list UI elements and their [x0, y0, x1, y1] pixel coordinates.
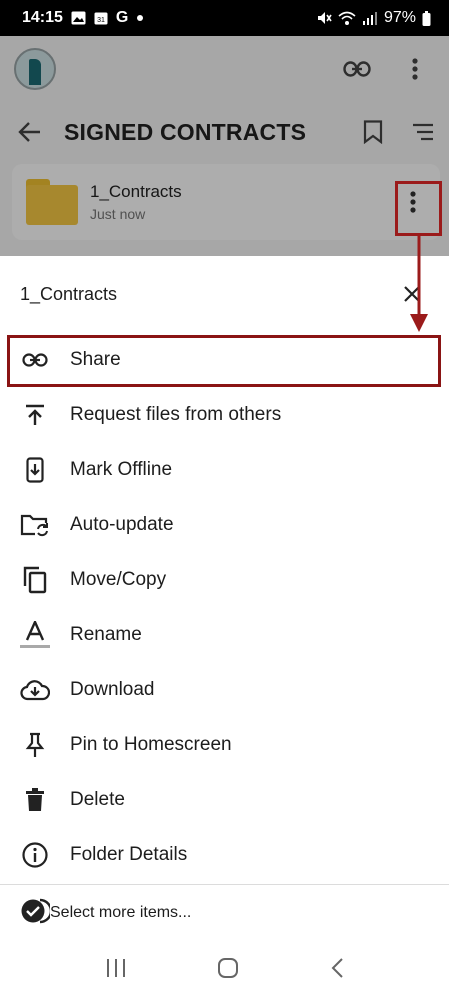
menu-item-rename[interactable]: Rename [0, 607, 449, 662]
upload-icon [20, 400, 50, 430]
status-bar: 14:15 31 G 97% [0, 0, 449, 36]
recents-icon[interactable] [105, 958, 127, 978]
copy-icon [20, 565, 50, 595]
close-button[interactable] [397, 279, 427, 309]
menu-item-request-files[interactable]: Request files from others [0, 387, 449, 442]
select-more-items[interactable]: Select more items... [0, 885, 449, 941]
battery-percent: 97% [383, 9, 416, 26]
menu-item-label: Download [70, 678, 155, 700]
menu-item-label: Delete [70, 788, 125, 810]
sheet-header: 1_Contracts [0, 256, 449, 332]
menu-item-auto-update[interactable]: Auto-update [0, 497, 449, 552]
sheet-title: 1_Contracts [20, 283, 118, 304]
highlight-more-button [395, 181, 442, 236]
info-icon [20, 840, 50, 870]
menu-item-folder-details[interactable]: Folder Details [0, 827, 449, 882]
image-icon [71, 11, 86, 25]
calendar-icon: 31 [94, 12, 108, 25]
dot-icon [137, 15, 144, 21]
menu-item-label: Request files from others [70, 403, 282, 425]
scrim-overlay[interactable] [0, 36, 449, 256]
status-time: 14:15 [22, 9, 63, 26]
menu-item-mark-offline[interactable]: Mark Offline [0, 442, 449, 497]
pin-icon [20, 730, 50, 760]
signal-icon [362, 12, 377, 25]
wifi-icon [338, 11, 356, 25]
menu-item-label: Folder Details [70, 843, 188, 865]
menu-item-label: Pin to Homescreen [70, 733, 232, 755]
home-icon[interactable] [217, 957, 239, 979]
highlight-share-item [7, 335, 441, 387]
mute-icon [317, 12, 332, 24]
offline-icon [20, 455, 50, 485]
system-nav-bar [0, 936, 449, 999]
battery-icon [422, 10, 431, 26]
check-circle-icon [20, 898, 53, 929]
menu-item-delete[interactable]: Delete [0, 772, 449, 827]
rename-icon [20, 620, 50, 650]
menu-item-label: Move/Copy [70, 568, 167, 590]
menu-item-label: Rename [70, 623, 142, 645]
menu-item-pin-homescreen[interactable]: Pin to Homescreen [0, 717, 449, 772]
close-icon [404, 286, 420, 302]
menu-item-label: Auto-update [70, 513, 174, 535]
menu-item-label: Mark Offline [70, 458, 173, 480]
back-icon[interactable] [330, 957, 344, 979]
folder-sync-icon [20, 510, 50, 540]
trash-icon [20, 785, 50, 815]
svg-text:31: 31 [97, 17, 105, 24]
menu-item-move-copy[interactable]: Move/Copy [0, 552, 449, 607]
google-icon: G [115, 9, 129, 26]
menu-item-download[interactable]: Download [0, 662, 449, 717]
select-more-label: Select more items... [50, 904, 192, 921]
cloud-download-icon [20, 675, 50, 705]
